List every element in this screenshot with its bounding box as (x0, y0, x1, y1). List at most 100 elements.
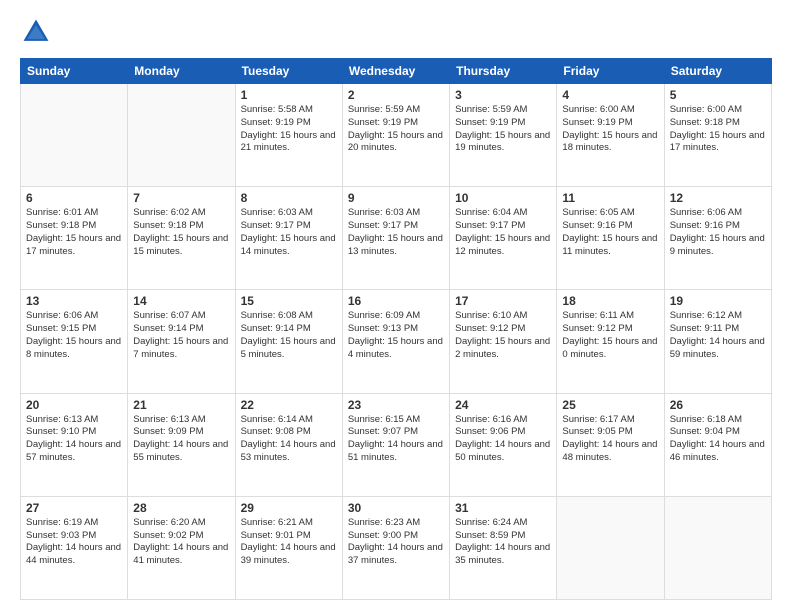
calendar-cell: 29Sunrise: 6:21 AM Sunset: 9:01 PM Dayli… (235, 496, 342, 599)
day-number: 16 (348, 294, 444, 308)
calendar-header-row: SundayMondayTuesdayWednesdayThursdayFrid… (21, 59, 772, 84)
cell-info: Sunrise: 6:24 AM Sunset: 8:59 PM Dayligh… (455, 517, 551, 568)
calendar-cell (557, 496, 664, 599)
day-number: 7 (133, 191, 229, 205)
page: SundayMondayTuesdayWednesdayThursdayFrid… (0, 0, 792, 612)
calendar-header-tuesday: Tuesday (235, 59, 342, 84)
cell-info: Sunrise: 6:16 AM Sunset: 9:06 PM Dayligh… (455, 414, 551, 465)
day-number: 17 (455, 294, 551, 308)
day-number: 28 (133, 501, 229, 515)
day-number: 27 (26, 501, 122, 515)
logo (20, 16, 56, 48)
day-number: 18 (562, 294, 658, 308)
day-number: 24 (455, 398, 551, 412)
cell-info: Sunrise: 6:13 AM Sunset: 9:09 PM Dayligh… (133, 414, 229, 465)
day-number: 3 (455, 88, 551, 102)
day-number: 20 (26, 398, 122, 412)
calendar-cell: 10 Sunrise: 6:04 AM Sunset: 9:17 PM Dayli… (450, 187, 557, 290)
cell-info: Sunrise: 6:04 AM Sunset: 9:17 PM Dayligh… (455, 207, 551, 258)
calendar-header-thursday: Thursday (450, 59, 557, 84)
day-number: 23 (348, 398, 444, 412)
day-number: 31 (455, 501, 551, 515)
day-number: 26 (670, 398, 766, 412)
calendar-cell: 2 Sunrise: 5:59 AM Sunset: 9:19 PM Daylig… (342, 84, 449, 187)
cell-info: Sunrise: 6:08 AM Sunset: 9:14 PM Dayligh… (241, 310, 337, 361)
cell-info: Sunrise: 6:01 AM Sunset: 9:18 PM Dayligh… (26, 207, 122, 258)
day-number: 19 (670, 294, 766, 308)
calendar-cell: 17 Sunrise: 6:10 AM Sunset: 9:12 PM Dayli… (450, 290, 557, 393)
calendar-cell: 31 Sunrise: 6:24 AM Sunset: 8:59 PM Dayli… (450, 496, 557, 599)
day-number: 10 (455, 191, 551, 205)
calendar-cell: 15Sunrise: 6:08 AM Sunset: 9:14 PM Dayli… (235, 290, 342, 393)
calendar-cell: 22Sunrise: 6:14 AM Sunset: 9:08 PM Dayli… (235, 393, 342, 496)
calendar-week-2: 13Sunrise: 6:06 AM Sunset: 9:15 PM Dayli… (21, 290, 772, 393)
calendar-cell: 8Sunrise: 6:03 AM Sunset: 9:17 PM Daylig… (235, 187, 342, 290)
day-number: 6 (26, 191, 122, 205)
cell-info: Sunrise: 6:02 AM Sunset: 9:18 PM Dayligh… (133, 207, 229, 258)
cell-info: Sunrise: 6:21 AM Sunset: 9:01 PM Dayligh… (241, 517, 337, 568)
cell-info: Sunrise: 6:17 AM Sunset: 9:05 PM Dayligh… (562, 414, 658, 465)
day-number: 2 (348, 88, 444, 102)
calendar-cell: 1 Sunrise: 5:58 AM Sunset: 9:19 PM Daylig… (235, 84, 342, 187)
day-number: 12 (670, 191, 766, 205)
calendar-cell (21, 84, 128, 187)
day-number: 4 (562, 88, 658, 102)
cell-info: Sunrise: 6:05 AM Sunset: 9:16 PM Dayligh… (562, 207, 658, 258)
cell-info: Sunrise: 6:10 AM Sunset: 9:12 PM Dayligh… (455, 310, 551, 361)
day-number: 11 (562, 191, 658, 205)
day-number: 25 (562, 398, 658, 412)
calendar-cell: 21 Sunrise: 6:13 AM Sunset: 9:09 PM Dayli… (128, 393, 235, 496)
calendar-cell: 25 Sunrise: 6:17 AM Sunset: 9:05 PM Dayli… (557, 393, 664, 496)
cell-info: Sunrise: 6:12 AM Sunset: 9:11 PM Dayligh… (670, 310, 766, 361)
calendar-cell: 14Sunrise: 6:07 AM Sunset: 9:14 PM Dayli… (128, 290, 235, 393)
calendar-table: SundayMondayTuesdayWednesdayThursdayFrid… (20, 58, 772, 600)
header (20, 16, 772, 48)
cell-info: Sunrise: 6:18 AM Sunset: 9:04 PM Dayligh… (670, 414, 766, 465)
calendar-header-saturday: Saturday (664, 59, 771, 84)
cell-info: Sunrise: 6:09 AM Sunset: 9:13 PM Dayligh… (348, 310, 444, 361)
calendar-header-wednesday: Wednesday (342, 59, 449, 84)
day-number: 21 (133, 398, 229, 412)
calendar-cell: 23 Sunrise: 6:15 AM Sunset: 9:07 PM Dayli… (342, 393, 449, 496)
cell-info: Sunrise: 5:59 AM Sunset: 9:19 PM Dayligh… (455, 104, 551, 155)
calendar-cell: 27 Sunrise: 6:19 AM Sunset: 9:03 PM Dayli… (21, 496, 128, 599)
day-number: 1 (241, 88, 337, 102)
cell-info: Sunrise: 5:58 AM Sunset: 9:19 PM Dayligh… (241, 104, 337, 155)
calendar-header-friday: Friday (557, 59, 664, 84)
calendar-cell: 6 Sunrise: 6:01 AM Sunset: 9:18 PM Daylig… (21, 187, 128, 290)
calendar-cell: 20 Sunrise: 6:13 AM Sunset: 9:10 PM Dayli… (21, 393, 128, 496)
calendar-cell: 16 Sunrise: 6:09 AM Sunset: 9:13 PM Dayli… (342, 290, 449, 393)
cell-info: Sunrise: 6:06 AM Sunset: 9:15 PM Dayligh… (26, 310, 122, 361)
cell-info: Sunrise: 6:07 AM Sunset: 9:14 PM Dayligh… (133, 310, 229, 361)
calendar-cell: 19 Sunrise: 6:12 AM Sunset: 9:11 PM Dayli… (664, 290, 771, 393)
cell-info: Sunrise: 6:11 AM Sunset: 9:12 PM Dayligh… (562, 310, 658, 361)
cell-info: Sunrise: 5:59 AM Sunset: 9:19 PM Dayligh… (348, 104, 444, 155)
calendar-cell: 3 Sunrise: 5:59 AM Sunset: 9:19 PM Daylig… (450, 84, 557, 187)
logo-icon (20, 16, 52, 48)
calendar-header-sunday: Sunday (21, 59, 128, 84)
calendar-cell: 11 Sunrise: 6:05 AM Sunset: 9:16 PM Dayli… (557, 187, 664, 290)
calendar-week-4: 27 Sunrise: 6:19 AM Sunset: 9:03 PM Dayli… (21, 496, 772, 599)
cell-info: Sunrise: 6:13 AM Sunset: 9:10 PM Dayligh… (26, 414, 122, 465)
calendar-cell: 5Sunrise: 6:00 AM Sunset: 9:18 PM Daylig… (664, 84, 771, 187)
calendar-cell: 4Sunrise: 6:00 AM Sunset: 9:19 PM Daylig… (557, 84, 664, 187)
calendar-cell: 13Sunrise: 6:06 AM Sunset: 9:15 PM Dayli… (21, 290, 128, 393)
calendar-cell: 12Sunrise: 6:06 AM Sunset: 9:16 PM Dayli… (664, 187, 771, 290)
cell-info: Sunrise: 6:23 AM Sunset: 9:00 PM Dayligh… (348, 517, 444, 568)
cell-info: Sunrise: 6:19 AM Sunset: 9:03 PM Dayligh… (26, 517, 122, 568)
day-number: 22 (241, 398, 337, 412)
day-number: 8 (241, 191, 337, 205)
calendar-week-1: 6 Sunrise: 6:01 AM Sunset: 9:18 PM Daylig… (21, 187, 772, 290)
calendar-cell: 30Sunrise: 6:23 AM Sunset: 9:00 PM Dayli… (342, 496, 449, 599)
cell-info: Sunrise: 6:03 AM Sunset: 9:17 PM Dayligh… (348, 207, 444, 258)
cell-info: Sunrise: 6:00 AM Sunset: 9:18 PM Dayligh… (670, 104, 766, 155)
day-number: 9 (348, 191, 444, 205)
calendar-cell: 18 Sunrise: 6:11 AM Sunset: 9:12 PM Dayli… (557, 290, 664, 393)
calendar-cell: 7 Sunrise: 6:02 AM Sunset: 9:18 PM Daylig… (128, 187, 235, 290)
calendar-cell: 26 Sunrise: 6:18 AM Sunset: 9:04 PM Dayli… (664, 393, 771, 496)
cell-info: Sunrise: 6:15 AM Sunset: 9:07 PM Dayligh… (348, 414, 444, 465)
calendar-cell: 28 Sunrise: 6:20 AM Sunset: 9:02 PM Dayli… (128, 496, 235, 599)
calendar-week-3: 20 Sunrise: 6:13 AM Sunset: 9:10 PM Dayli… (21, 393, 772, 496)
cell-info: Sunrise: 6:20 AM Sunset: 9:02 PM Dayligh… (133, 517, 229, 568)
calendar-cell (664, 496, 771, 599)
